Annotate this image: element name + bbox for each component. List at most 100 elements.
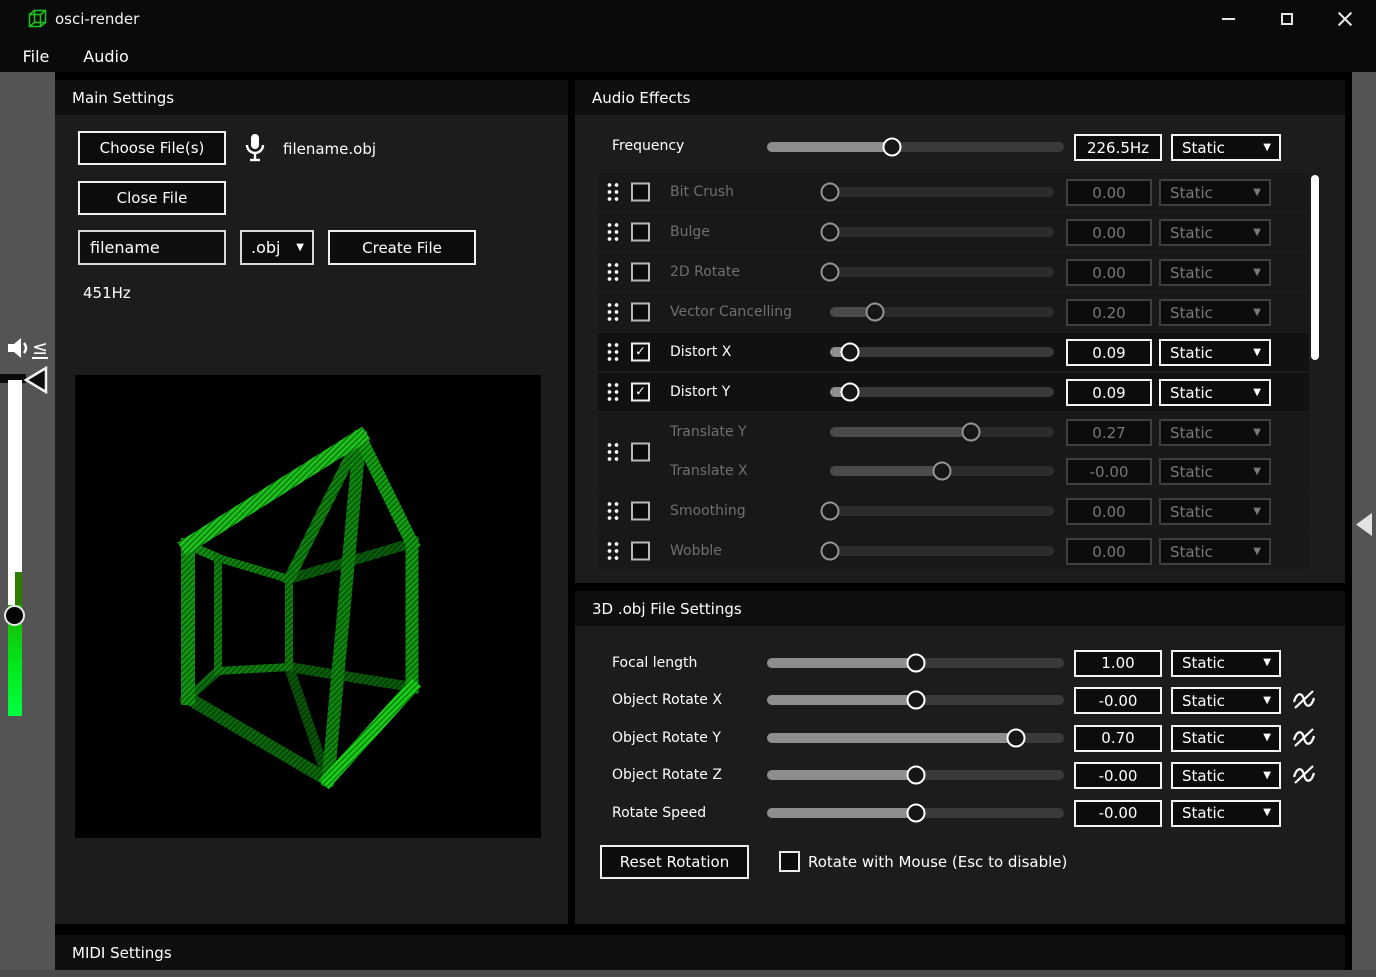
slider-thumb[interactable] <box>865 303 884 322</box>
effect-slider[interactable] <box>830 466 1054 476</box>
effect-value[interactable]: 0.00 <box>1066 498 1152 525</box>
filename-input[interactable]: filename <box>78 230 226 265</box>
effect-mode-dropdown[interactable]: Static▼ <box>1159 339 1271 366</box>
menu-audio[interactable]: Audio <box>70 42 142 70</box>
effect-mode-dropdown[interactable]: Static▼ <box>1159 299 1271 326</box>
effect-slider[interactable] <box>830 227 1054 237</box>
setting-mode-dropdown[interactable]: Static▼ <box>1171 762 1281 789</box>
setting-mode-dropdown[interactable]: Static▼ <box>1171 800 1281 827</box>
setting-mode-dropdown[interactable]: Static▼ <box>1171 725 1281 752</box>
extension-dropdown[interactable]: .obj ▼ <box>240 230 314 265</box>
close-button[interactable] <box>1322 2 1368 36</box>
drag-handle-icon[interactable] <box>606 262 620 283</box>
setting-value[interactable]: 1.00 <box>1074 650 1162 677</box>
drag-handle-icon[interactable] <box>606 541 620 562</box>
animate-toggle-icon[interactable] <box>1291 725 1317 751</box>
slider-thumb[interactable] <box>906 803 925 822</box>
slider-thumb[interactable] <box>821 263 840 282</box>
setting-value[interactable]: 0.70 <box>1074 725 1162 752</box>
slider-thumb[interactable] <box>821 183 840 202</box>
frequency-mode-dropdown[interactable]: Static ▼ <box>1171 134 1281 161</box>
slider-thumb[interactable] <box>882 138 901 157</box>
effect-value[interactable]: 0.00 <box>1066 259 1152 286</box>
slider-thumb[interactable] <box>821 223 840 242</box>
create-file-button[interactable]: Create File <box>328 230 476 265</box>
effect-mode-dropdown[interactable]: Static▼ <box>1159 179 1271 206</box>
animate-toggle-icon[interactable] <box>1291 762 1317 788</box>
effect-value[interactable]: 0.00 <box>1066 219 1152 246</box>
drag-handle-icon[interactable] <box>606 342 620 363</box>
choose-files-button[interactable]: Choose File(s) <box>78 131 226 165</box>
setting-mode-dropdown[interactable]: Static▼ <box>1171 650 1281 677</box>
effect-mode-dropdown[interactable]: Static▼ <box>1159 419 1271 446</box>
frequency-value[interactable]: 226.5Hz <box>1074 134 1162 161</box>
effect-checkbox[interactable]: ✓ <box>631 383 650 402</box>
slider-thumb[interactable] <box>962 423 981 442</box>
setting-value[interactable]: -0.00 <box>1074 800 1162 827</box>
slider-thumb[interactable] <box>841 343 860 362</box>
setting-mode-dropdown[interactable]: Static▼ <box>1171 687 1281 714</box>
frequency-slider[interactable] <box>767 142 1064 152</box>
effect-checkbox[interactable] <box>631 263 650 282</box>
effect-value[interactable]: 0.27 <box>1066 419 1152 446</box>
effect-slider[interactable] <box>830 546 1054 556</box>
effect-slider[interactable] <box>830 387 1054 397</box>
animate-toggle-icon[interactable] <box>1291 687 1317 713</box>
effect-slider[interactable] <box>830 267 1054 277</box>
setting-slider[interactable] <box>767 733 1064 743</box>
effect-value[interactable]: 0.00 <box>1066 538 1152 565</box>
effect-mode-dropdown[interactable]: Static▼ <box>1159 219 1271 246</box>
effect-slider[interactable] <box>830 187 1054 197</box>
drag-handle-icon[interactable] <box>606 501 620 522</box>
effect-slider[interactable] <box>830 347 1054 357</box>
microphone-icon[interactable] <box>242 132 268 164</box>
effect-value[interactable]: 0.20 <box>1066 299 1152 326</box>
effect-mode-dropdown[interactable]: Static▼ <box>1159 538 1271 565</box>
effect-mode-dropdown[interactable]: Static▼ <box>1159 379 1271 406</box>
setting-slider[interactable] <box>767 808 1064 818</box>
maximize-button[interactable] <box>1264 2 1310 36</box>
slider-thumb[interactable] <box>821 502 840 521</box>
setting-slider[interactable] <box>767 770 1064 780</box>
slider-thumb[interactable] <box>906 766 925 785</box>
audio-effects-header[interactable]: Audio Effects <box>575 80 1345 115</box>
drag-handle-icon[interactable] <box>606 382 620 403</box>
setting-slider[interactable] <box>767 658 1064 668</box>
effect-mode-dropdown[interactable]: Static▼ <box>1159 259 1271 286</box>
effect-value[interactable]: 0.00 <box>1066 179 1152 206</box>
effect-slider[interactable] <box>830 506 1054 516</box>
collapse-left-arrow-icon[interactable] <box>1354 511 1374 538</box>
drag-handle-icon[interactable] <box>606 302 620 323</box>
effect-value[interactable]: 0.09 <box>1066 379 1152 406</box>
slider-thumb[interactable] <box>933 462 952 481</box>
minimize-button[interactable] <box>1205 2 1251 36</box>
reset-rotation-button[interactable]: Reset Rotation <box>600 845 749 879</box>
rotate-with-mouse-checkbox[interactable] <box>779 851 800 872</box>
effect-mode-dropdown[interactable]: Static▼ <box>1159 498 1271 525</box>
slider-thumb[interactable] <box>841 383 860 402</box>
close-file-button[interactable]: Close File <box>78 181 226 215</box>
effect-checkbox[interactable]: ✓ <box>631 343 650 362</box>
setting-value[interactable]: -0.00 <box>1074 762 1162 789</box>
effect-checkbox[interactable] <box>631 223 650 242</box>
slider-thumb[interactable] <box>906 653 925 672</box>
effect-checkbox[interactable] <box>631 502 650 521</box>
menu-file[interactable]: File <box>10 42 62 70</box>
oscilloscope-preview[interactable] <box>75 375 541 838</box>
effects-scrollbar[interactable] <box>1311 175 1319 360</box>
effect-value[interactable]: 0.09 <box>1066 339 1152 366</box>
drag-handle-icon[interactable] <box>606 222 620 243</box>
setting-value[interactable]: -0.00 <box>1074 687 1162 714</box>
drag-handle-icon[interactable] <box>606 182 620 203</box>
midi-settings-header[interactable]: MIDI Settings <box>55 935 1345 970</box>
effect-slider[interactable] <box>830 307 1054 317</box>
effect-checkbox[interactable] <box>631 183 650 202</box>
effect-checkbox[interactable] <box>631 542 650 561</box>
slider-thumb[interactable] <box>1007 728 1026 747</box>
effect-value[interactable]: -0.00 <box>1066 458 1152 485</box>
setting-slider[interactable] <box>767 695 1064 705</box>
effect-mode-dropdown[interactable]: Static▼ <box>1159 458 1271 485</box>
slider-thumb[interactable] <box>821 542 840 561</box>
effect-slider[interactable] <box>830 427 1054 437</box>
main-settings-header[interactable]: Main Settings <box>55 80 568 115</box>
